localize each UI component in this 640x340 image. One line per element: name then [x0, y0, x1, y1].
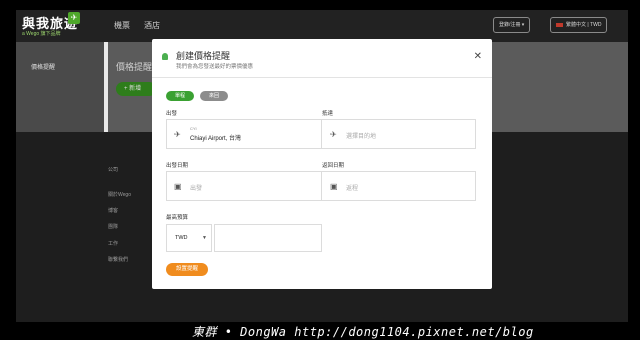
screenshot-frame: 與我旅遊 ✈ a Wego 旗下品牌 機票 酒店 登錄/注冊 ▾ 繁體中文 | … — [0, 0, 640, 340]
return-placeholder: 返程 — [346, 186, 359, 192]
flag-icon — [556, 22, 563, 27]
logo-plane-icon: ✈ — [68, 12, 80, 24]
create-price-alert-modal: 創建價格提醒 我們會為您發送最好的票價優惠 ✕ 單程 來回 出發 抵達 ✈ CY… — [152, 39, 492, 289]
to-field[interactable]: ✈ 選擇目的地 — [322, 120, 476, 148]
set-alert-button[interactable]: 設置提醒 — [166, 263, 208, 276]
from-label: 出發 — [166, 111, 178, 117]
login-button[interactable]: 登錄/注冊 ▾ — [493, 17, 531, 33]
footer-link-jobs[interactable]: 工作 — [108, 240, 118, 247]
from-field[interactable]: ✈ CYI Chiayi Airport, 台灣 — [166, 120, 321, 148]
from-airport-code: CYI — [190, 126, 197, 131]
to-label: 抵達 — [322, 111, 334, 117]
return-date-field[interactable]: ▣ 返程 — [322, 172, 476, 200]
sidebar-item-price-alerts[interactable]: 價格提醒 — [31, 62, 55, 71]
nav-flights[interactable]: 機票 — [114, 20, 130, 31]
landing-icon: ✈ — [330, 130, 337, 139]
footer-heading-company: 公司 — [108, 167, 119, 173]
modal-subtitle: 我們會為您發送最好的票價優惠 — [176, 64, 254, 70]
budget-input[interactable] — [214, 224, 322, 252]
currency-select[interactable]: TWD ▼ — [166, 224, 212, 252]
caret-down-icon: ▼ — [202, 235, 207, 241]
modal-divider — [152, 77, 492, 78]
region-label: 繁體中文 | TWD — [566, 22, 602, 28]
return-date-label: 返回日期 — [322, 163, 345, 169]
bell-icon — [162, 53, 168, 60]
logo-tagline: a Wego 旗下品牌 — [22, 31, 61, 37]
modal-title: 創建價格提醒 — [176, 51, 231, 61]
top-nav-bar: 與我旅遊 ✈ a Wego 旗下品牌 機票 酒店 登錄/注冊 ▾ 繁體中文 | … — [16, 10, 628, 42]
add-alert-button[interactable]: + 新增 — [116, 82, 156, 96]
watermark-caption: 東群 • DongWa http://dong1104.pixnet.net/b… — [192, 325, 534, 339]
footer-link-blog[interactable]: 博客 — [108, 207, 118, 214]
close-icon[interactable]: ✕ — [474, 51, 482, 62]
depart-date-field[interactable]: ▣ 出發 — [166, 172, 321, 200]
to-placeholder: 選擇目的地 — [346, 134, 377, 140]
currency-value: TWD — [175, 235, 188, 241]
footer-link-team[interactable]: 團隊 — [108, 223, 118, 230]
oneway-toggle[interactable]: 單程 — [166, 91, 194, 101]
calendar-icon: ▣ — [174, 182, 182, 191]
region-currency-button[interactable]: 繁體中文 | TWD — [550, 17, 608, 33]
sidebar — [16, 42, 104, 132]
page-title: 價格提醒 — [116, 62, 153, 72]
budget-label: 最高預算 — [166, 215, 189, 221]
footer-link-contact[interactable]: 聯繫我們 — [108, 256, 128, 263]
calendar-icon: ▣ — [330, 182, 338, 191]
nav-hotels[interactable]: 酒店 — [144, 20, 160, 31]
takeoff-icon: ✈ — [174, 130, 181, 139]
app-screen: 與我旅遊 ✈ a Wego 旗下品牌 機票 酒店 登錄/注冊 ▾ 繁體中文 | … — [16, 10, 628, 322]
roundtrip-toggle[interactable]: 來回 — [200, 91, 228, 101]
footer-link-about[interactable]: 關於Wego — [108, 191, 131, 198]
from-value: Chiayi Airport, 台灣 — [190, 136, 242, 142]
depart-placeholder: 出發 — [190, 186, 203, 192]
depart-date-label: 出發日期 — [166, 163, 189, 169]
